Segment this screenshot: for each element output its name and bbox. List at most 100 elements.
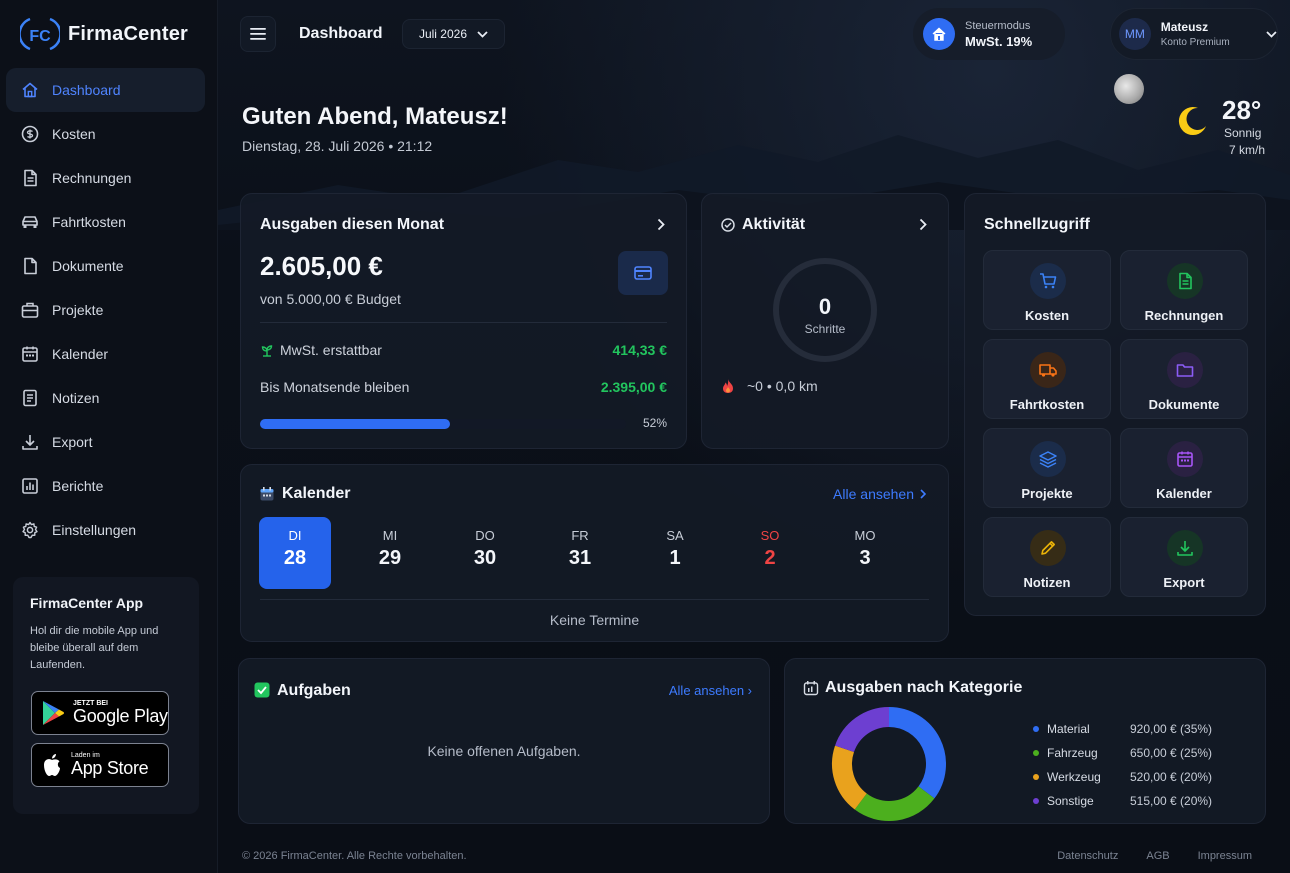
quick-tile-icon-wrap	[1030, 530, 1066, 566]
quick-tile-label: Notizen	[1023, 575, 1071, 590]
calendar-title: Kalender	[282, 485, 351, 502]
donut-slice-material	[888, 707, 946, 799]
sidebar-item-berichte[interactable]: Berichte	[6, 464, 205, 508]
greeting-title: Guten Abend, Mateusz!	[242, 103, 508, 130]
tasks-view-all-link[interactable]: Alle ansehen ›	[669, 683, 752, 698]
budget-progress-fill	[260, 419, 451, 429]
calendar-icon	[22, 346, 38, 362]
quick-tile-projekte[interactable]: Projekte	[983, 428, 1111, 508]
legend-value: 650,00 € (25%)	[1130, 746, 1213, 760]
promo-title: FirmaCenter App	[30, 595, 144, 611]
quick-tile-icon-wrap	[1167, 530, 1203, 566]
quick-tile-fahrtkosten[interactable]: Fahrtkosten	[983, 339, 1111, 419]
calendar-view-all-link[interactable]: Alle ansehen	[833, 486, 926, 502]
calendar-card: Kalender Alle ansehen Keine Termine DI 28…	[240, 464, 949, 642]
flame-icon	[723, 379, 733, 393]
sidebar-item-label: Einstellungen	[52, 522, 137, 538]
calendar-day-date: 28	[283, 547, 307, 569]
calendar-day-name: MO	[854, 528, 876, 543]
quick-tile-label: Fahrtkosten	[1009, 397, 1085, 412]
calendar-day[interactable]: FR 31	[544, 517, 616, 589]
legend-label: Sonstige	[1047, 794, 1094, 808]
menu-button[interactable]	[240, 16, 276, 52]
quick-tile-kosten[interactable]: Kosten	[983, 250, 1111, 330]
sidebar-item-label: Fahrtkosten	[52, 214, 126, 230]
footer-link-datenschutz[interactable]: Datenschutz	[1057, 850, 1118, 862]
chevron-right-icon[interactable]	[919, 218, 927, 231]
quick-tile-export[interactable]: Export	[1120, 517, 1248, 597]
calendar-day[interactable]: DO 30	[449, 517, 521, 589]
sidebar-item-notizen[interactable]: Notizen	[6, 376, 205, 420]
app-store-button[interactable]: Laden im App Store	[31, 743, 169, 787]
activity-card: Aktivität 0 Schritte ~0 • 0,0 km	[701, 193, 949, 449]
sidebar-item-kalender[interactable]: Kalender	[6, 332, 205, 376]
hamburger-icon	[250, 28, 266, 40]
weather-temperature: 28°	[1222, 95, 1262, 125]
chevron-down-icon	[477, 30, 488, 38]
budget-progress	[260, 419, 626, 429]
calendar-day[interactable]: MO 3	[829, 517, 901, 589]
user-menu[interactable]: MM Mateusz Konto Premium	[1110, 8, 1278, 60]
legend-value: 920,00 € (35%)	[1130, 722, 1213, 736]
moon-weather-icon	[1178, 107, 1206, 136]
sidebar-item-kosten[interactable]: Kosten	[6, 112, 205, 156]
legend-label: Material	[1047, 722, 1090, 736]
sidebar-item-projekte[interactable]: Projekte	[6, 288, 205, 332]
legend-label: Werkzeug	[1047, 770, 1101, 784]
divider	[260, 599, 929, 600]
brand-name: FirmaCenter	[68, 22, 189, 45]
footer-link-impressum[interactable]: Impressum	[1198, 850, 1252, 862]
calendar-day[interactable]: MI 29	[354, 517, 426, 589]
weather-wind: 7 km/h	[1228, 143, 1265, 157]
sidebar-item-dashboard[interactable]: Dashboard	[6, 68, 205, 112]
steps-label: Schritte	[804, 322, 846, 336]
chevron-right-icon	[920, 489, 926, 499]
calendar-chart-icon	[803, 681, 819, 696]
quick-tile-dokumente[interactable]: Dokumente	[1120, 339, 1248, 419]
legend-dot	[1033, 798, 1039, 804]
brand[interactable]: FC FirmaCenter	[20, 16, 188, 52]
card-icon	[618, 251, 668, 295]
quick-tile-notizen[interactable]: Notizen	[983, 517, 1111, 597]
main-content: Dashboard Juli 2026 Steuermodus MwSt. 19…	[218, 0, 1290, 873]
sidebar-item-dokumente[interactable]: Dokumente	[6, 244, 205, 288]
quick-tile-rechnungen[interactable]: Rechnungen	[1120, 250, 1248, 330]
legend-dot	[1033, 750, 1039, 756]
legend-dot	[1033, 726, 1039, 732]
calendar-view-all-label: Alle ansehen	[833, 486, 914, 502]
calendar-day[interactable]: SA 1	[639, 517, 711, 589]
legend-dot	[1033, 774, 1039, 780]
calendar-day[interactable]: DI 28	[259, 517, 331, 589]
app-promo-card: FirmaCenter App Hol dir die mobile App u…	[13, 577, 199, 814]
quick-tile-label: Kosten	[1024, 308, 1070, 323]
quick-tile-label: Dokumente	[1148, 397, 1220, 412]
calendar-day-name: MI	[382, 528, 398, 543]
sidebar-item-fahrtkosten[interactable]: Fahrtkosten	[6, 200, 205, 244]
quick-tile-label: Export	[1163, 575, 1205, 590]
cart-icon	[1040, 273, 1057, 289]
legend-value: 515,00 € (20%)	[1130, 794, 1213, 808]
month-select[interactable]: Juli 2026	[402, 19, 505, 49]
category-donut-chart	[832, 707, 946, 821]
footer-link-agb[interactable]: AGB	[1146, 850, 1169, 862]
chevron-right-icon[interactable]	[657, 218, 665, 231]
tax-mode-pill[interactable]: Steuermodus MwSt. 19%	[913, 8, 1065, 60]
activity-icon	[721, 218, 735, 232]
sidebar-item-rechnungen[interactable]: Rechnungen	[6, 156, 205, 200]
activity-title: Aktivität	[742, 216, 806, 233]
quick-tile-kalender[interactable]: Kalender	[1120, 428, 1248, 508]
category-chart-card: Ausgaben nach Kategorie Material 920,00 €…	[784, 658, 1266, 824]
quick-access-title: Schnellzugriff	[984, 216, 1090, 233]
sidebar-item-einstellungen[interactable]: Einstellungen	[6, 508, 205, 552]
sidebar-item-label: Notizen	[52, 390, 100, 406]
weather-description: Sonnig	[1224, 126, 1262, 140]
sidebar-item-export[interactable]: Export	[6, 420, 205, 464]
donut-slice-sonstige	[835, 707, 890, 753]
remaining-label: Bis Monatsende bleiben	[260, 379, 410, 395]
layers-icon	[1039, 451, 1057, 468]
legend-label: Fahrzeug	[1047, 746, 1098, 760]
sidebar-item-label: Kalender	[52, 346, 109, 362]
greeting-date: Dienstag, 28. Juli 2026 • 21:12	[242, 138, 433, 154]
google-play-button[interactable]: JETZT BEI Google Play	[31, 691, 169, 735]
calendar-day[interactable]: SO 2	[734, 517, 806, 589]
